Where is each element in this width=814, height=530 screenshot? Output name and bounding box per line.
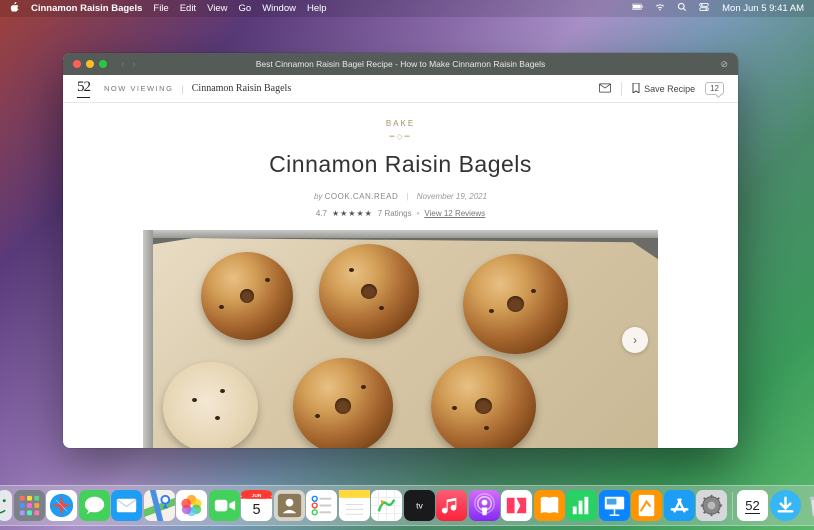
menu-window[interactable]: Window — [262, 3, 296, 14]
article-body: BAKE ━◇━ Cinnamon Raisin Bagels by COOK.… — [63, 103, 738, 448]
hero-image: › — [143, 230, 658, 448]
save-recipe-button[interactable]: Save Recipe — [632, 83, 695, 95]
dock-calendar[interactable]: JUN 5 — [241, 490, 272, 521]
dock-downloads[interactable] — [770, 490, 801, 521]
byline-prefix: by — [314, 192, 322, 201]
dock-keynote[interactable] — [599, 490, 630, 521]
dock-facetime[interactable] — [209, 490, 240, 521]
save-recipe-label: Save Recipe — [644, 84, 695, 94]
dock-recent-food52[interactable]: 52 — [737, 490, 768, 521]
dock-messages[interactable] — [79, 490, 110, 521]
dock-podcasts[interactable] — [469, 490, 500, 521]
menu-go[interactable]: Go — [239, 3, 252, 14]
comment-count: 12 — [710, 84, 719, 93]
apple-logo-icon[interactable] — [10, 2, 20, 15]
dock-appstore[interactable] — [664, 490, 695, 521]
byline-separator: | — [406, 192, 408, 201]
nav-back-button[interactable]: ‹ — [121, 59, 124, 70]
dock: JUN 5 tv 52 — [0, 485, 814, 526]
publish-date: November 19, 2021 — [417, 192, 487, 201]
control-center-icon[interactable] — [698, 2, 710, 15]
star-icons: ★★★★★ — [332, 209, 373, 218]
wifi-icon[interactable] — [654, 2, 666, 15]
window-title: Best Cinnamon Raisin Bagel Recipe - How … — [256, 59, 546, 69]
battery-icon[interactable] — [632, 2, 644, 15]
ratings-count: 7 Ratings — [378, 209, 412, 218]
dock-photos[interactable] — [176, 490, 207, 521]
header-separator — [621, 82, 622, 96]
menu-help[interactable]: Help — [307, 3, 327, 14]
menu-view[interactable]: View — [207, 3, 227, 14]
comment-count-badge[interactable]: 12 — [705, 82, 724, 95]
nav-forward-button[interactable]: › — [132, 59, 135, 70]
window-maximize-button[interactable] — [99, 60, 107, 68]
dock-reminders[interactable] — [306, 490, 337, 521]
svg-text:tv: tv — [416, 500, 423, 510]
dock-finder[interactable] — [0, 490, 12, 521]
site-header: 52 NOW VIEWING | Cinnamon Raisin Bagels … — [63, 75, 738, 103]
byline: by COOK.CAN.READ | November 19, 2021 — [63, 192, 738, 201]
view-reviews-link[interactable]: View 12 Reviews — [424, 209, 485, 218]
dock-separator — [732, 492, 733, 520]
dock-freeform[interactable] — [371, 490, 402, 521]
window-close-button[interactable] — [73, 60, 81, 68]
dock-notes[interactable] — [339, 490, 370, 521]
dock-mail[interactable] — [111, 490, 142, 521]
menubar-clock[interactable]: Mon Jun 5 9:41 AM — [722, 3, 804, 14]
menubar-app-name[interactable]: Cinnamon Raisin Bagels — [31, 3, 142, 14]
window-titlebar[interactable]: ‹ › Best Cinnamon Raisin Bagel Recipe - … — [63, 53, 738, 75]
menu-file[interactable]: File — [153, 3, 168, 14]
dock-books[interactable] — [534, 490, 565, 521]
calendar-day-text: 5 — [252, 502, 260, 518]
menu-edit[interactable]: Edit — [180, 3, 196, 14]
window-minimize-button[interactable] — [86, 60, 94, 68]
recipe-title: Cinnamon Raisin Bagels — [63, 151, 738, 178]
dock-maps[interactable] — [144, 490, 175, 521]
ratings-row: 4.7 ★★★★★ 7 Ratings • View 12 Reviews — [63, 209, 738, 218]
author-link[interactable]: COOK.CAN.READ — [325, 192, 399, 201]
email-icon[interactable] — [599, 83, 611, 95]
dock-system-settings[interactable] — [696, 490, 727, 521]
dot-separator: • — [417, 209, 420, 218]
dock-news[interactable] — [501, 490, 532, 521]
calendar-month-text: JUN — [252, 493, 262, 499]
dock-safari[interactable] — [46, 490, 77, 521]
dock-launchpad[interactable] — [14, 490, 45, 521]
browser-window: ‹ › Best Cinnamon Raisin Bagel Recipe - … — [63, 53, 738, 448]
dock-music[interactable] — [436, 490, 467, 521]
dock-recent-label: 52 — [745, 498, 759, 514]
breadcrumb-separator: | — [181, 84, 183, 94]
dock-contacts[interactable] — [274, 490, 305, 521]
rating-value: 4.7 — [316, 209, 327, 218]
dock-tv[interactable]: tv — [404, 490, 435, 521]
breadcrumb-title[interactable]: Cinnamon Raisin Bagels — [192, 83, 291, 94]
bookmark-icon — [632, 83, 640, 95]
category-label[interactable]: BAKE — [63, 119, 738, 128]
window-clear-icon[interactable]: ⊘ — [720, 59, 728, 70]
menubar: Cinnamon Raisin Bagels File Edit View Go… — [0, 0, 814, 17]
carousel-next-button[interactable]: › — [622, 327, 648, 353]
dock-numbers[interactable] — [566, 490, 597, 521]
dock-trash[interactable] — [802, 490, 814, 521]
now-viewing-label: NOW VIEWING — [104, 84, 173, 93]
dock-pages[interactable] — [631, 490, 662, 521]
category-ornament-icon: ━◇━ — [63, 132, 738, 141]
site-logo[interactable]: 52 — [77, 79, 90, 98]
search-icon[interactable] — [676, 2, 688, 15]
